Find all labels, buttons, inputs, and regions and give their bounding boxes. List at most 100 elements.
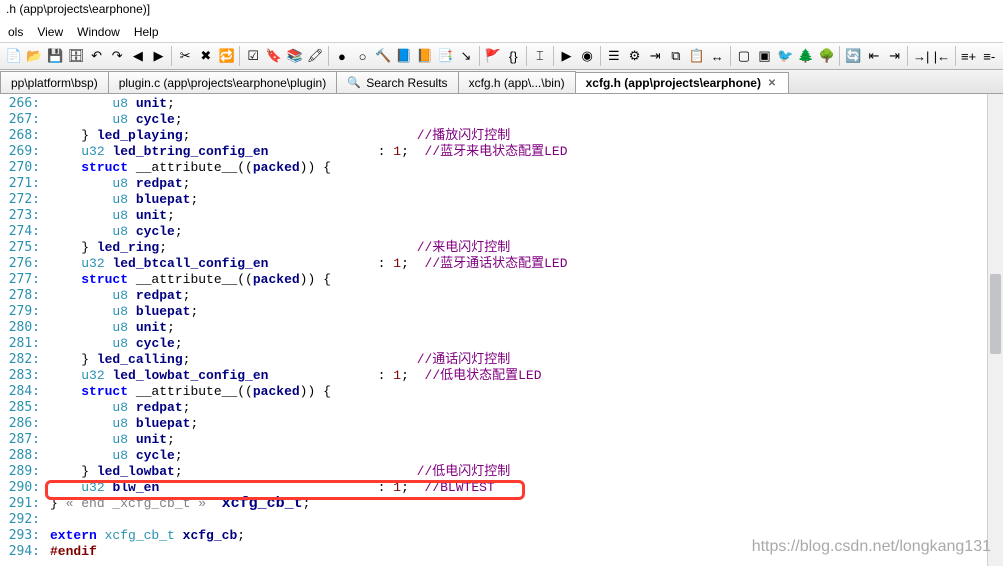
code-line[interactable]: u32 led_lowbat_config_en : 1; //低电状态配置LE… — [50, 368, 1003, 384]
tab-4[interactable]: xcfg.h (app\projects\earphone)✕ — [575, 72, 789, 94]
stack-icon: ☰ — [608, 48, 620, 64]
toggle-button[interactable]: ☑ — [243, 46, 263, 66]
code-line[interactable]: u8 cycle; — [50, 448, 1003, 464]
code-line[interactable]: u8 cycle; — [50, 224, 1003, 240]
tree1-button[interactable]: 🌲 — [796, 46, 816, 66]
toolbar-separator — [839, 46, 840, 66]
code-line[interactable]: u8 unit; — [50, 320, 1003, 336]
align-right-button[interactable]: ⇥ — [885, 46, 905, 66]
undo-button[interactable]: ↶ — [87, 46, 107, 66]
code-line[interactable]: u32 blw_en : 1; //BLWTEST — [50, 480, 1003, 496]
menu-item-ols[interactable]: ols — [2, 23, 29, 41]
new-button[interactable]: 📄 — [4, 46, 24, 66]
code-line[interactable]: struct __attribute__((packed)) { — [50, 272, 1003, 288]
tree2-button[interactable]: 🌳 — [817, 46, 837, 66]
stack-button[interactable]: ☰ — [604, 46, 624, 66]
move-button[interactable]: ↔ — [707, 46, 727, 66]
toolbar-separator — [553, 46, 554, 66]
code-line[interactable]: u8 cycle; — [50, 336, 1003, 352]
bookmarks-button[interactable]: 📚 — [285, 46, 305, 66]
indent-inc-icon: →| — [913, 49, 929, 64]
cut-button[interactable]: ✂ — [175, 46, 195, 66]
jump-button[interactable]: ↘ — [456, 46, 476, 66]
vertical-scrollbar[interactable] — [987, 94, 1003, 566]
replace-button[interactable]: 🔁 — [217, 46, 237, 66]
line-number: 268: — [0, 128, 40, 144]
close-icon[interactable]: ✕ — [766, 77, 778, 89]
code-line[interactable]: u8 unit; — [50, 96, 1003, 112]
nav-fwd-button[interactable]: ▶ — [149, 46, 169, 66]
bp-clear-icon: ○ — [359, 49, 367, 64]
menu-item-window[interactable]: Window — [71, 23, 126, 41]
toolbar-separator — [730, 46, 731, 66]
code-line[interactable]: u32 led_btcall_config_en : 1; //蓝牙通话状态配置… — [50, 256, 1003, 272]
code-line[interactable]: struct __attribute__((packed)) { — [50, 160, 1003, 176]
line-number: 284: — [0, 384, 40, 400]
open-button[interactable]: 📂 — [25, 46, 45, 66]
save-button[interactable]: 💾 — [45, 46, 65, 66]
code-line[interactable]: u8 redpat; — [50, 176, 1003, 192]
redo-button[interactable]: ↷ — [107, 46, 127, 66]
code-line[interactable]: u8 redpat; — [50, 400, 1003, 416]
code-line[interactable]: } led_calling; //通话闪灯控制 — [50, 352, 1003, 368]
nav-back-button[interactable]: ◀ — [128, 46, 148, 66]
tree2-icon: 🌳 — [818, 48, 834, 64]
code-area[interactable]: u8 unit; u8 cycle; } led_playing; //播放闪灯… — [50, 94, 1003, 566]
code-line[interactable]: struct __attribute__((packed)) { — [50, 384, 1003, 400]
indent-button[interactable]: ⇥ — [645, 46, 665, 66]
play-p-button[interactable]: ▶ — [557, 46, 577, 66]
win1-button[interactable]: ▢ — [734, 46, 754, 66]
list-add-button[interactable]: ≡+ — [959, 46, 979, 66]
code-line[interactable]: u32 led_btring_config_en : 1; //蓝牙来电状态配置… — [50, 144, 1003, 160]
line-number: 279: — [0, 304, 40, 320]
code-line[interactable]: } led_ring; //来电闪灯控制 — [50, 240, 1003, 256]
code-line[interactable]: u8 cycle; — [50, 112, 1003, 128]
highlight-button[interactable]: 🖍 — [305, 46, 325, 66]
bp-clear-button[interactable]: ○ — [353, 46, 373, 66]
tab-3[interactable]: xcfg.h (app\...\bin) — [458, 71, 576, 93]
indent-icon: ⇥ — [650, 48, 661, 64]
code-line[interactable]: u8 unit; — [50, 208, 1003, 224]
book1-button[interactable]: 📘 — [394, 46, 414, 66]
bp-toggle-button[interactable]: ● — [332, 46, 352, 66]
exclude-button[interactable]: ✖ — [196, 46, 216, 66]
list-add-icon: ≡+ — [961, 49, 976, 64]
indent-inc-button[interactable]: →| — [911, 46, 931, 66]
mark-button[interactable]: 🔖 — [264, 46, 284, 66]
code-line[interactable]: u8 bluepat; — [50, 304, 1003, 320]
tab-0[interactable]: pp\platform\bsp) — [0, 71, 109, 93]
book2-button[interactable]: 📙 — [415, 46, 435, 66]
code-line[interactable]: } « end _xcfg_cb_t » xcfg_cb_t; — [50, 496, 1003, 512]
line-number: 274: — [0, 224, 40, 240]
options-button[interactable]: ⚙ — [625, 46, 645, 66]
code-line[interactable]: u8 bluepat; — [50, 192, 1003, 208]
indent-dec-button[interactable]: |← — [932, 46, 952, 66]
paste-block-button[interactable]: 📋 — [687, 46, 707, 66]
cursor-button[interactable]: ⌶ — [530, 46, 550, 66]
scrollbar-thumb[interactable] — [990, 274, 1001, 354]
code-line[interactable]: } led_lowbat; //低电闪灯控制 — [50, 464, 1003, 480]
editor[interactable]: 266:267:268:269:270:271:272:273:274:275:… — [0, 94, 1003, 566]
win2-button[interactable]: ▣ — [755, 46, 775, 66]
sync-button[interactable]: 🔄 — [843, 46, 863, 66]
tab-2[interactable]: 🔍Search Results — [336, 71, 458, 93]
bird-button[interactable]: 🐦 — [775, 46, 795, 66]
code-line[interactable]: } led_playing; //播放闪灯控制 — [50, 128, 1003, 144]
align-left-button[interactable]: ⇤ — [864, 46, 884, 66]
flag-r-button[interactable]: 🚩 — [483, 46, 503, 66]
code-line[interactable]: u8 unit; — [50, 432, 1003, 448]
copy-block-button[interactable]: ⧉ — [666, 46, 686, 66]
code-line[interactable]: u8 bluepat; — [50, 416, 1003, 432]
code-line[interactable] — [50, 512, 1003, 528]
brace-button[interactable]: {} — [503, 46, 523, 66]
saveall-button[interactable]: 🗄 — [66, 46, 86, 66]
menu-item-help[interactable]: Help — [128, 23, 165, 41]
tab-1[interactable]: plugin.c (app\projects\earphone\plugin) — [108, 71, 337, 93]
list-rem-button[interactable]: ≡- — [979, 46, 999, 66]
multi-button[interactable]: 📑 — [435, 46, 455, 66]
menu-item-view[interactable]: View — [31, 23, 69, 41]
open-icon: 📂 — [26, 48, 42, 64]
code-line[interactable]: u8 redpat; — [50, 288, 1003, 304]
build-button[interactable]: 🔨 — [373, 46, 393, 66]
circle-button[interactable]: ◉ — [577, 46, 597, 66]
